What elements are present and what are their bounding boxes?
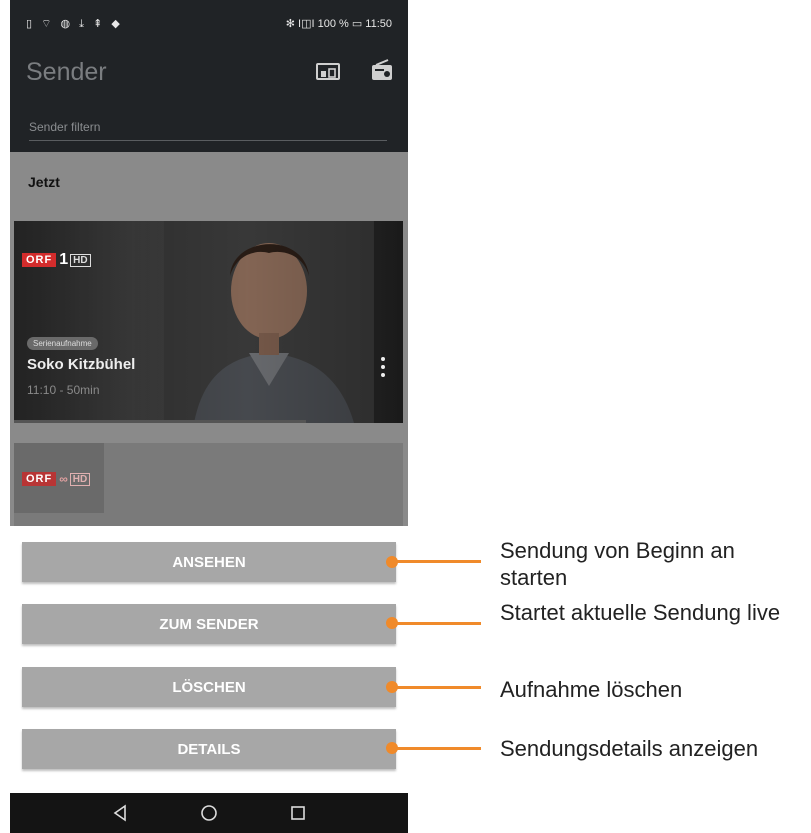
program-card-2[interactable]: ORF ∞ HD	[14, 443, 403, 533]
callout-line	[395, 686, 481, 689]
hd-badge: HD	[70, 253, 91, 267]
system-nav-bar	[10, 793, 408, 833]
callout-line	[395, 747, 481, 750]
delete-button[interactable]: LÖSCHEN	[22, 667, 396, 707]
status-notification-icons: ▯ ⌔ ◍ ⤓ ⇞ ◆	[26, 18, 123, 30]
orf-channel-number: ∞	[59, 472, 68, 486]
callout-line	[395, 560, 481, 563]
callout-text-watch: Sendung von Beginn an starten	[500, 538, 735, 590]
details-button[interactable]: DETAILS	[22, 729, 396, 769]
program-title: Soko Kitzbühel	[27, 356, 136, 373]
program-time: 11:10 - 50min	[27, 383, 100, 397]
callout-text-details: Sendungsdetails anzeigen	[500, 736, 759, 761]
callout-text-delete: Aufnahme löschen	[500, 677, 683, 702]
action-bottom-sheet: ANSEHEN ZUM SENDER LÖSCHEN DETAILS	[10, 526, 408, 793]
orf-logo-text: ORF	[22, 253, 57, 267]
program-progress-bar	[14, 420, 306, 423]
recents-icon[interactable]	[288, 803, 308, 823]
app-bar: Sender Sender filtern	[10, 46, 408, 152]
phone-screen: ▯ ⌔ ◍ ⤓ ⇞ ◆ ✻ I◫I 100 % ▭ 11:50 Sender S…	[10, 0, 408, 833]
channel-filter-input[interactable]: Sender filtern	[29, 120, 387, 141]
section-label-now: Jetzt	[28, 174, 60, 190]
status-bar: ▯ ⌔ ◍ ⤓ ⇞ ◆ ✻ I◫I 100 % ▭ 11:50	[10, 0, 408, 46]
orf-channel-number: 1	[59, 251, 69, 268]
home-icon[interactable]	[199, 803, 219, 823]
channel-logo-orf1: ORF 1 HD	[22, 251, 91, 269]
hd-badge: HD	[69, 472, 91, 486]
radio-icon[interactable]	[370, 58, 394, 82]
back-icon[interactable]	[110, 803, 130, 823]
page-title: Sender	[26, 58, 107, 86]
go-to-channel-button[interactable]: ZUM SENDER	[22, 604, 396, 644]
orf-logo-text: ORF	[22, 472, 57, 486]
cast-icon[interactable]	[316, 62, 340, 82]
series-recording-chip: Serienaufnahme	[27, 337, 98, 350]
callout-line	[395, 622, 481, 625]
callout-text-channel: Startet aktuelle Sendung live	[500, 600, 781, 625]
status-right-info: ✻ I◫I 100 % ▭ 11:50	[285, 18, 392, 30]
more-options-icon[interactable]	[380, 356, 386, 378]
program-card[interactable]: ORF 1 HD Serienaufnahme Soko Kitzbühel 1…	[14, 221, 403, 423]
watch-button[interactable]: ANSEHEN	[22, 542, 396, 582]
channel-logo-orf3: ORF ∞ HD	[22, 470, 91, 488]
